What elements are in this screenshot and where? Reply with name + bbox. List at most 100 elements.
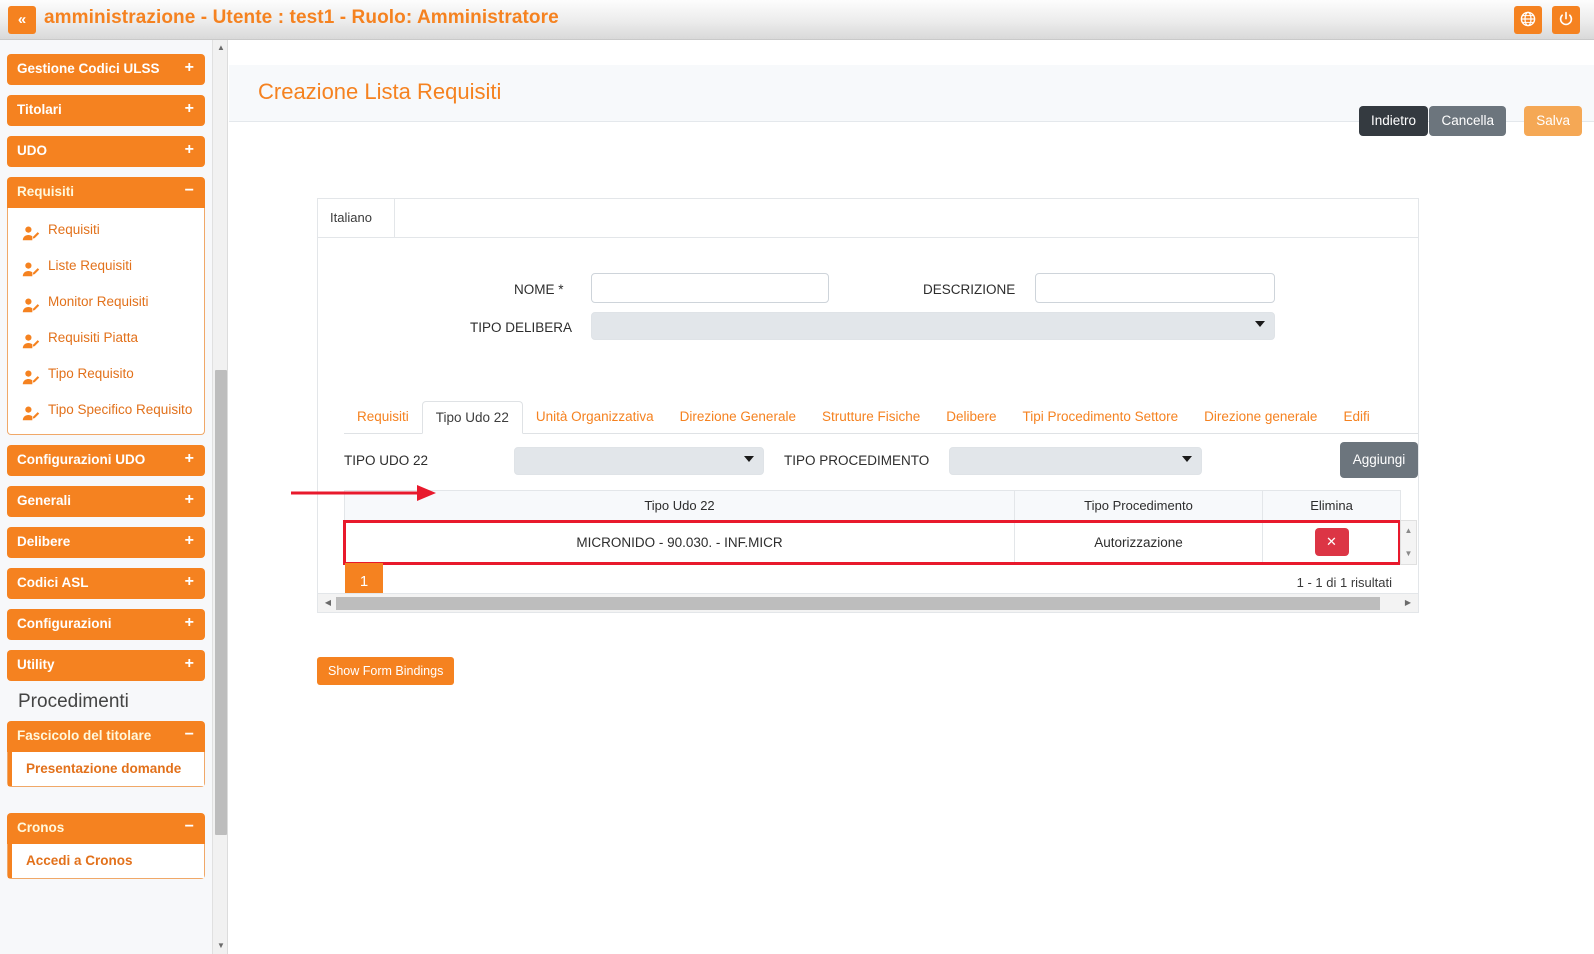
sidebar-item-label: Liste Requisiti xyxy=(48,258,133,273)
user-edit-icon xyxy=(22,329,40,349)
sidebar-item-label: Requisiti Piatta xyxy=(48,330,139,345)
form-panel: Italiano NOME * DESCRIZIONE TIPO DELIBER… xyxy=(317,198,1419,613)
sidebar-group-gestione-codici-ulss[interactable]: Gestione Codici ULSS + xyxy=(7,54,205,85)
sidebar-item-label: Tipo Requisito xyxy=(48,366,134,381)
delete-row-button[interactable]: ✕ xyxy=(1314,528,1349,556)
chevron-down-icon xyxy=(1182,456,1192,462)
cancella-button[interactable]: Cancella xyxy=(1429,106,1506,136)
tipo-udo-22-label: TIPO UDO 22 xyxy=(344,453,429,468)
user-edit-icon xyxy=(22,221,40,241)
table-vertical-scrollbar[interactable]: ▲ ▼ xyxy=(1400,520,1417,565)
panel-scrollbar-thumb[interactable] xyxy=(336,597,1380,610)
sidebar-group-label: Codici ASL xyxy=(17,575,89,590)
sidebar-group-codici-asl[interactable]: Codici ASL + xyxy=(7,568,205,599)
tipo-procedimento-label: TIPO PROCEDIMENTO xyxy=(784,453,930,468)
sidebar-item-requisiti[interactable]: Requisiti xyxy=(8,212,204,248)
panel-horizontal-scrollbar[interactable]: ◀ ▶ xyxy=(318,593,1418,612)
tab-tipo-udo-22[interactable]: Tipo Udo 22 xyxy=(421,401,523,434)
sidebar-item-requisiti-piatta[interactable]: Requisiti Piatta xyxy=(8,320,204,356)
power-icon[interactable] xyxy=(1552,6,1580,34)
plus-icon: + xyxy=(184,59,194,76)
sidebar-item-liste-requisiti[interactable]: Liste Requisiti xyxy=(8,248,204,284)
descrizione-input[interactable] xyxy=(1035,273,1275,303)
tipo-udo-22-select[interactable] xyxy=(514,447,764,475)
sidebar-group-label: Delibere xyxy=(17,534,71,549)
tab-requisiti[interactable]: Requisiti xyxy=(344,401,422,434)
sidebar-submenu-requisiti: Requisiti Liste Requisiti Monitor Requis… xyxy=(7,208,205,435)
sidebar-group-label: Cronos xyxy=(17,820,65,835)
sidebar-group-configurazioni[interactable]: Configurazioni + xyxy=(7,609,205,640)
tab-direzione-generale-2[interactable]: Direzione generale xyxy=(1191,401,1330,434)
minus-icon: − xyxy=(184,818,194,835)
indietro-button[interactable]: Indietro xyxy=(1358,106,1428,136)
sidebar-collapse-button[interactable]: « xyxy=(8,6,36,34)
aggiungi-button[interactable]: Aggiungi xyxy=(1340,442,1418,478)
plus-icon: + xyxy=(184,450,194,467)
tab-direzione-generale[interactable]: Direzione Generale xyxy=(667,401,809,434)
tab-italiano[interactable]: Italiano xyxy=(317,198,395,237)
panel-body: NOME * DESCRIZIONE TIPO DELIBERA Requisi… xyxy=(318,237,1418,601)
tabstrip: Requisiti Tipo Udo 22 Unità Organizzativ… xyxy=(344,401,1418,434)
tab-delibere[interactable]: Delibere xyxy=(933,401,1009,434)
sidebar-submenu-fascicolo: Presentazione domande xyxy=(7,752,205,787)
main-content: Creazione Lista Requisiti Indietro Cance… xyxy=(229,40,1594,954)
show-form-bindings-button[interactable]: Show Form Bindings xyxy=(317,657,455,685)
tab-tipi-procedimento-settore[interactable]: Tipi Procedimento Settore xyxy=(1010,401,1192,434)
sidebar-group-label: Titolari xyxy=(17,102,62,117)
plus-icon: + xyxy=(184,573,194,590)
sidebar-item-presentazione-domande[interactable]: Presentazione domande xyxy=(8,752,204,786)
sidebar-group-configurazioni-udo[interactable]: Configurazioni UDO + xyxy=(7,445,205,476)
scroll-right-arrow-icon[interactable]: ▶ xyxy=(1400,594,1416,612)
page-title: Creazione Lista Requisiti xyxy=(258,79,502,104)
sidebar-group-generali[interactable]: Generali + xyxy=(7,486,205,517)
sidebar-submenu-cronos: Accedi a Cronos xyxy=(7,844,205,879)
tipo-delibera-select[interactable] xyxy=(591,312,1275,340)
results-info: 1 - 1 di 1 risultati xyxy=(1296,575,1392,590)
tipo-procedimento-select[interactable] xyxy=(949,447,1202,475)
nome-input[interactable] xyxy=(591,273,829,303)
minus-icon: − xyxy=(184,726,194,743)
sidebar-group-titolari[interactable]: Titolari + xyxy=(7,95,205,126)
title-bar: « amministrazione - Utente : test1 - Ruo… xyxy=(0,0,1594,40)
sidebar-scrollbar-thumb[interactable] xyxy=(215,370,227,835)
sidebar-scrollbar[interactable]: ▲ ▼ xyxy=(212,40,228,954)
results-table-wrapper: Tipo Udo 22 Tipo Procedimento Elimina MI… xyxy=(343,490,1418,565)
sidebar-group-udo[interactable]: UDO + xyxy=(7,136,205,167)
sidebar-group-fascicolo-del-titolare[interactable]: Fascicolo del titolare − xyxy=(7,721,205,752)
sidebar-group-label: Utility xyxy=(17,657,55,672)
scroll-up-arrow-icon[interactable]: ▲ xyxy=(213,40,229,56)
scroll-down-arrow-icon[interactable]: ▼ xyxy=(213,938,229,954)
globe-icon[interactable] xyxy=(1514,6,1542,34)
sidebar-group-label: UDO xyxy=(17,143,47,158)
minus-icon: − xyxy=(184,182,194,199)
app-title: amministrazione - Utente : test1 - Ruolo… xyxy=(44,7,559,28)
sidebar-item-accedi-a-cronos[interactable]: Accedi a Cronos xyxy=(8,844,204,878)
sidebar-item-tipo-requisito[interactable]: Tipo Requisito xyxy=(8,356,204,392)
sidebar-group-label: Requisiti xyxy=(17,184,75,199)
column-header-tipo-udo-22: Tipo Udo 22 xyxy=(344,490,1015,521)
sidebar-item-label: Monitor Requisiti xyxy=(48,294,149,309)
sidebar-item-tipo-specifico-requisito[interactable]: Tipo Specifico Requisito xyxy=(8,392,204,428)
table-row[interactable]: MICRONIDO - 90.030. - INF.MICR Autorizza… xyxy=(344,520,1401,564)
tab-strutture-fisiche[interactable]: Strutture Fisiche xyxy=(809,401,933,434)
plus-icon: + xyxy=(184,141,194,158)
scroll-left-arrow-icon[interactable]: ◀ xyxy=(320,594,336,612)
cell-elimina: ✕ xyxy=(1262,520,1401,564)
sidebar-item-monitor-requisiti[interactable]: Monitor Requisiti xyxy=(8,284,204,320)
plus-icon: + xyxy=(184,491,194,508)
tab-edifici[interactable]: Edifi xyxy=(1330,401,1382,434)
user-edit-icon xyxy=(22,365,40,385)
sidebar-item-label: Tipo Specifico Requisito xyxy=(48,402,193,417)
tipo-delibera-label: TIPO DELIBERA xyxy=(470,320,573,335)
sidebar-group-delibere[interactable]: Delibere + xyxy=(7,527,205,558)
sidebar-group-requisiti[interactable]: Requisiti − xyxy=(7,177,205,208)
sidebar-group-utility[interactable]: Utility + xyxy=(7,650,205,681)
salva-button[interactable]: Salva xyxy=(1524,106,1582,136)
sidebar-group-cronos[interactable]: Cronos − xyxy=(7,813,205,844)
plus-icon: + xyxy=(184,100,194,117)
sidebar-group-label: Configurazioni xyxy=(17,616,112,631)
tab-unita-organizzativa[interactable]: Unità Organizzativa xyxy=(523,401,667,434)
scroll-down-arrow-icon[interactable]: ▼ xyxy=(1401,547,1416,561)
scroll-up-arrow-icon[interactable]: ▲ xyxy=(1401,524,1416,538)
chevron-down-icon xyxy=(744,456,754,462)
